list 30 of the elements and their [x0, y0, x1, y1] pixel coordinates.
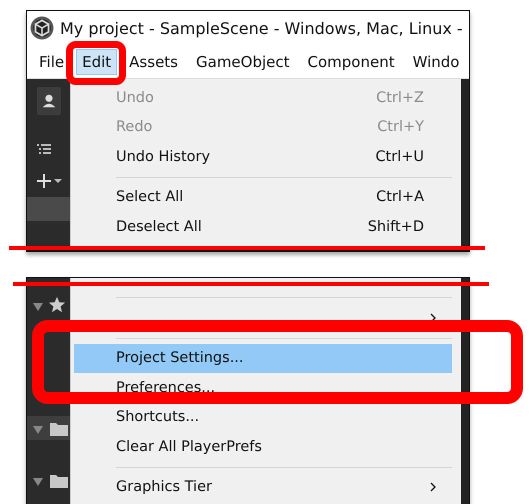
folder-icon — [49, 473, 69, 489]
expand-arrow-icon[interactable] — [33, 303, 43, 311]
menu-item[interactable]: Project Settings... — [74, 344, 452, 373]
star-icon — [48, 296, 66, 314]
row-highlight — [27, 197, 70, 221]
expand-arrow-icon[interactable] — [33, 478, 43, 486]
window-title: My project - SampleScene - Windows, Mac, Linux - — [60, 18, 463, 38]
menu-item[interactable]: Select All Ctrl+A — [74, 182, 452, 212]
account-button[interactable] — [37, 87, 61, 115]
menu-bar-item[interactable]: Component — [302, 48, 401, 74]
menu-bar-item[interactable]: Edit — [76, 48, 118, 74]
menu-bar-item[interactable]: Windo — [406, 48, 466, 74]
menu-item[interactable]: Clear All PlayerPrefs — [74, 432, 452, 462]
chevron-right-icon — [430, 482, 436, 492]
menu-bar-item[interactable]: GameObject — [190, 48, 296, 74]
list-icon — [37, 143, 51, 155]
menu-bar-item[interactable]: File — [33, 48, 70, 74]
add-dropdown-icon[interactable] — [36, 173, 62, 189]
chevron-right-icon — [430, 312, 436, 323]
person-icon — [40, 92, 58, 110]
menu-item[interactable]: Undo History Ctrl+U — [74, 142, 452, 172]
highlight-frame — [66, 41, 126, 85]
folder-icon — [49, 421, 69, 437]
menu-item[interactable]: Preferences... — [74, 373, 452, 402]
menu-item[interactable]: Shortcuts... — [74, 402, 452, 432]
expand-arrow-icon[interactable] — [33, 426, 43, 434]
menu-bar-item[interactable]: Assets — [123, 48, 184, 74]
menu-item[interactable]: Deselect All Shift+D — [74, 212, 452, 242]
menu-item[interactable]: Graphics Tier — [74, 472, 452, 502]
cube-logo-icon — [30, 16, 54, 40]
